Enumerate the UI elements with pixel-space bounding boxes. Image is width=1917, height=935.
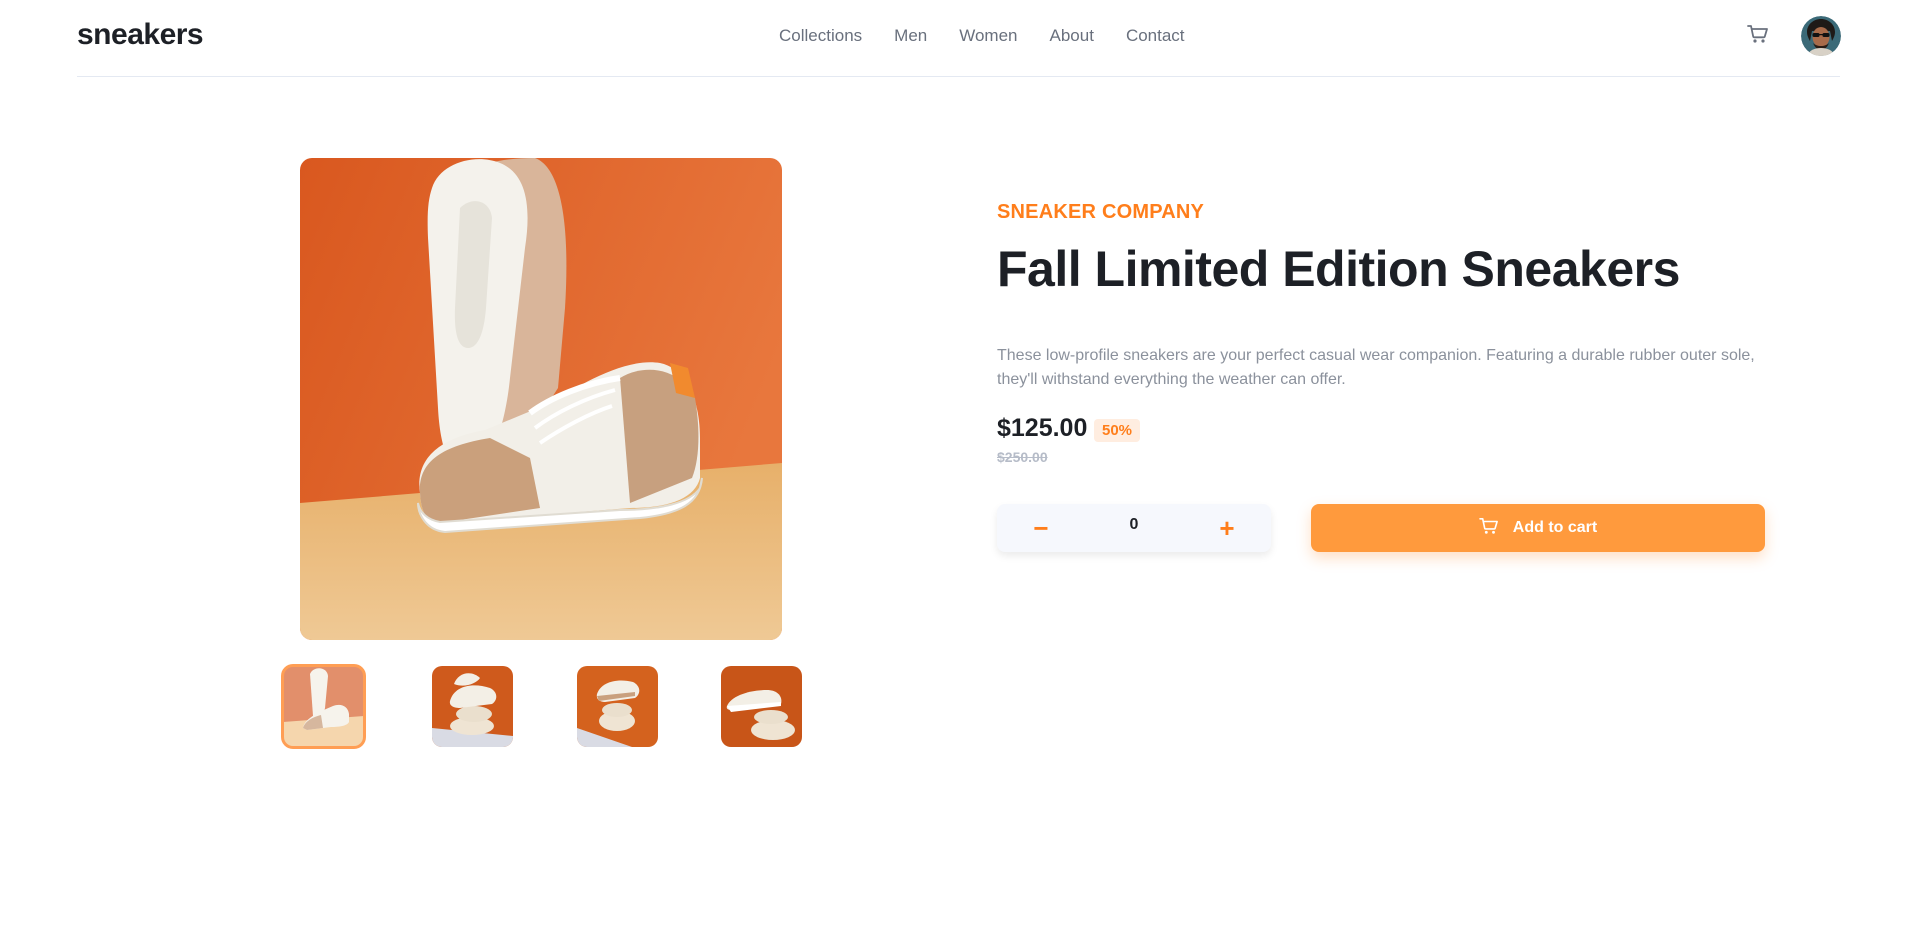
increase-quantity-button[interactable]: + (1203, 504, 1251, 552)
product-title: Fall Limited Edition Sneakers (997, 241, 1680, 297)
current-price: $125.00 (997, 414, 1088, 442)
thumbnail-4[interactable] (721, 666, 802, 747)
minus-icon: − (1033, 512, 1049, 543)
add-to-cart-label: Add to cart (1512, 519, 1598, 536)
decrease-quantity-button[interactable]: − (1017, 504, 1065, 552)
thumbnail-2[interactable] (432, 666, 513, 747)
header: sneakers Collections Men Women About Con… (77, 0, 1841, 77)
nav-item-about[interactable]: About (1050, 26, 1094, 46)
nav-item-men[interactable]: Men (894, 26, 927, 46)
cart-icon[interactable] (1747, 24, 1771, 48)
logo[interactable]: sneakers (77, 18, 204, 52)
main-product-image[interactable] (300, 158, 782, 640)
product-description: These low-profile sneakers are your perf… (997, 347, 1755, 388)
avatar[interactable] (1801, 16, 1841, 56)
main-nav: Collections Men Women About Contact (779, 26, 1185, 46)
thumbnail-1[interactable] (281, 664, 366, 749)
nav-item-collections[interactable]: Collections (779, 26, 862, 46)
plus-icon: + (1219, 512, 1235, 543)
nav-item-contact[interactable]: Contact (1126, 26, 1185, 46)
thumbnail-3[interactable] (577, 666, 658, 747)
nav-item-women[interactable]: Women (959, 26, 1017, 46)
add-to-cart-button[interactable]: Add to cart (1311, 504, 1765, 552)
company-name: SNEAKER COMPANY (997, 201, 1205, 223)
original-price: $250.00 (997, 449, 1048, 465)
cart-icon (1478, 517, 1499, 540)
quantity-stepper: 0 − + (997, 504, 1271, 552)
discount-badge: 50% (1094, 419, 1141, 442)
